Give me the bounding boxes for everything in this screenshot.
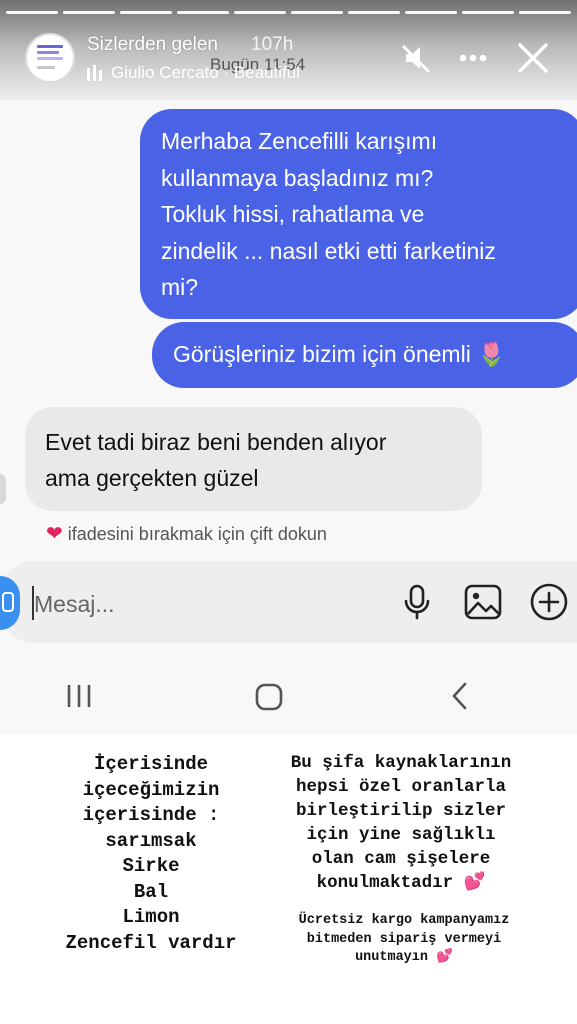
description-text: Bu şifa kaynaklarının hepsi özel oranlar… — [262, 751, 540, 895]
message-line: ama gerçekten güzel — [45, 465, 259, 491]
home-icon[interactable] — [254, 682, 284, 712]
caption-line: Bu şifa kaynaklarının — [290, 753, 512, 773]
back-icon[interactable] — [448, 681, 472, 711]
shipping-note-text: Ücretsiz kargo kampanyamız bitmeden sipa… — [254, 912, 554, 968]
microphone-icon[interactable] — [397, 582, 437, 622]
message-line: kullanmaya başladınız mı? — [161, 164, 434, 191]
caption-line: içerisinde : — [82, 804, 220, 826]
story-progress-bar — [6, 11, 571, 15]
caption-line: konulmaktadır 💕 — [316, 873, 486, 893]
message-line: mi? — [161, 274, 199, 300]
gallery-icon[interactable] — [463, 582, 503, 622]
heart-icon: ❤ — [46, 523, 63, 545]
android-nav-bar — [0, 665, 577, 725]
caption-line: için yine sağlıklı — [306, 825, 496, 845]
progress-segment — [462, 11, 514, 14]
story-username[interactable]: Sizlerden gelen — [87, 34, 218, 56]
story-age: 107h — [251, 34, 294, 55]
add-icon[interactable] — [529, 582, 569, 622]
caption-line: birleştirilip sizler — [295, 801, 507, 821]
progress-segment — [519, 11, 571, 14]
chat-screenshot: Bugün 11:54 Sizlerden gelen 107h Giulio … — [0, 0, 577, 735]
music-bars-icon — [87, 65, 102, 81]
message-input[interactable] — [34, 585, 284, 623]
mute-icon[interactable] — [398, 40, 434, 76]
scroll-edge-indicator — [0, 473, 6, 505]
progress-segment — [63, 11, 115, 14]
progress-segment — [177, 11, 229, 14]
caption-line: Bal — [133, 880, 169, 903]
outgoing-message-bubble[interactable]: Görüşleriniz bizim için önemli 🌷 — [152, 322, 577, 388]
caption-line: Limon — [122, 906, 180, 928]
avatar[interactable] — [25, 33, 75, 83]
reaction-hint: ❤ ifadesini bırakmak için çift dokun — [46, 521, 327, 546]
reaction-hint-text: ifadesini bırakmak için çift dokun — [67, 524, 327, 544]
caption-line: bitmeden sipariş vermeyi — [306, 931, 502, 947]
caption-line: olan cam şişelere — [311, 849, 491, 869]
progress-segment — [348, 11, 400, 14]
progress-segment — [6, 11, 58, 14]
caption-line: Sirke — [122, 855, 180, 877]
caption-line: Ücretsiz kargo kampanyamız — [298, 913, 510, 928]
caption-line: unutmayın 💕 — [355, 950, 453, 965]
recent-apps-icon[interactable] — [64, 683, 94, 709]
caption-line: içeceğimizin — [82, 778, 220, 801]
message-line: Evet tadi biraz beni benden alıyor — [45, 429, 387, 455]
message-line: Merhaba Zencefilli karışımı — [161, 128, 438, 154]
progress-segment — [120, 11, 172, 14]
caption-line: sarımsak — [105, 829, 197, 852]
more-icon[interactable] — [455, 40, 491, 76]
outgoing-message-bubble[interactable]: Merhaba Zencefilli karışımı kullanmaya b… — [140, 109, 577, 319]
message-line: Tokluk hissi, rahatlama ve — [161, 201, 425, 227]
progress-segment — [234, 11, 286, 14]
progress-segment — [405, 11, 457, 14]
close-icon[interactable] — [515, 40, 551, 76]
caption-line: Zencefil vardır — [65, 931, 237, 954]
story-music[interactable]: Giulio Cercato · Beautiful — [111, 63, 300, 83]
incoming-message-bubble[interactable]: Evet tadi biraz beni benden alıyor ama g… — [25, 407, 482, 511]
caption-line: İçerisinde — [93, 753, 209, 775]
message-line: zindelik ... nasıl etki etti farketiniz — [161, 237, 496, 264]
ingredients-text: İçerisinde içeceğimizin içerisinde : sar… — [46, 752, 256, 956]
progress-segment — [291, 11, 343, 14]
caption-line: hepsi özel oranlarla — [295, 777, 507, 797]
camera-icon — [2, 592, 14, 612]
